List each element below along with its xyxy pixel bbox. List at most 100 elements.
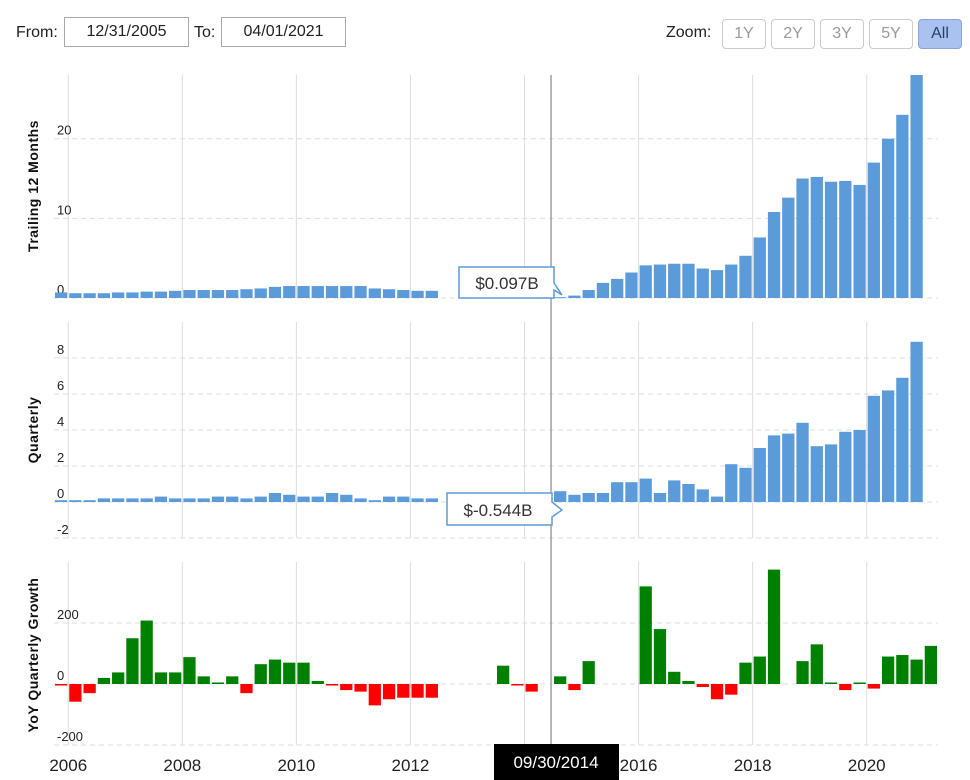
bar[interactable] [853,682,866,684]
bar[interactable] [354,498,367,502]
bar[interactable] [725,264,738,298]
bar[interactable] [653,629,667,684]
bar[interactable] [283,662,296,684]
bar[interactable] [924,645,937,684]
bar[interactable] [824,181,838,298]
bar[interactable] [881,390,895,502]
bar[interactable] [368,684,381,706]
bar[interactable] [55,292,68,298]
bar[interactable] [497,665,510,684]
bar[interactable] [254,496,267,502]
bar[interactable] [325,493,339,502]
bar[interactable] [97,498,111,502]
bar[interactable] [796,661,809,684]
bar[interactable] [739,662,752,684]
bar[interactable] [240,289,253,298]
bar[interactable] [596,282,610,298]
bar[interactable] [382,496,396,502]
bar[interactable] [382,684,396,700]
bar[interactable] [183,290,196,298]
bar[interactable] [810,176,823,298]
bar[interactable] [881,138,895,298]
bar[interactable] [283,286,296,298]
bar[interactable] [767,569,781,684]
bar[interactable] [83,684,96,694]
bar[interactable] [55,500,68,502]
bar[interactable] [297,496,310,502]
bar[interactable] [653,493,667,502]
bar[interactable] [226,676,239,684]
bar[interactable] [739,255,752,298]
bar[interactable] [126,498,139,502]
bar[interactable] [140,620,153,684]
bar[interactable] [211,290,225,298]
bar[interactable] [796,422,809,502]
bar[interactable] [197,498,210,502]
bar[interactable] [254,664,267,684]
bar[interactable] [268,659,282,684]
bar[interactable] [582,290,595,298]
bar[interactable] [710,496,724,502]
bar[interactable] [382,289,396,298]
bar[interactable] [810,644,823,684]
bar[interactable] [682,484,695,502]
bar[interactable] [696,268,709,298]
bar[interactable] [268,493,282,502]
bar[interactable] [325,684,339,686]
bar[interactable] [753,656,766,684]
bar[interactable] [725,684,738,695]
bar[interactable] [725,464,738,502]
bar[interactable] [397,290,410,298]
bar[interactable] [853,430,866,502]
bar[interactable] [268,286,282,298]
bar[interactable] [625,272,638,298]
bar[interactable] [297,662,310,684]
bar[interactable] [311,286,324,298]
bar[interactable] [425,498,438,502]
bar[interactable] [511,684,524,686]
bar[interactable] [340,494,353,502]
bar[interactable] [839,180,852,298]
bar[interactable] [97,293,111,298]
bar[interactable] [311,680,324,684]
bar[interactable] [639,586,652,684]
bar[interactable] [696,684,709,688]
bar[interactable] [69,293,82,298]
revenue-chart[interactable]: 0 10 20 Trailing 12 Months -2 0 2 4 6 8 Quarterly -… [0,0,970,780]
bar[interactable] [696,489,709,502]
bar[interactable] [183,498,196,502]
bar[interactable] [112,292,125,298]
bar[interactable] [311,496,324,502]
bar[interactable] [397,684,410,698]
bar[interactable] [653,264,667,298]
bar[interactable] [226,496,239,502]
bar[interactable] [568,295,581,298]
bar[interactable] [782,197,795,298]
bar[interactable] [83,293,96,298]
bar[interactable] [668,480,681,502]
bar[interactable] [910,341,923,502]
bar[interactable] [910,75,923,298]
bar[interactable] [554,676,567,684]
bar[interactable] [397,496,410,502]
bar[interactable] [183,657,196,684]
bar[interactable] [896,655,909,684]
bar[interactable] [896,377,909,502]
bar[interactable] [710,270,724,298]
bar[interactable] [112,672,125,684]
bar[interactable] [169,498,182,502]
bar[interactable] [867,684,880,689]
bar[interactable] [169,672,182,684]
bar[interactable] [425,290,438,298]
bar[interactable] [568,684,581,691]
bar[interactable] [140,498,153,502]
bar[interactable] [368,288,381,298]
bar[interactable] [639,265,652,298]
bar[interactable] [582,493,595,502]
bar[interactable] [782,433,795,502]
bar[interactable] [354,286,367,298]
bar[interactable] [682,263,695,298]
bar[interactable] [767,435,781,502]
bar[interactable] [625,482,638,502]
bar[interactable] [411,498,424,502]
